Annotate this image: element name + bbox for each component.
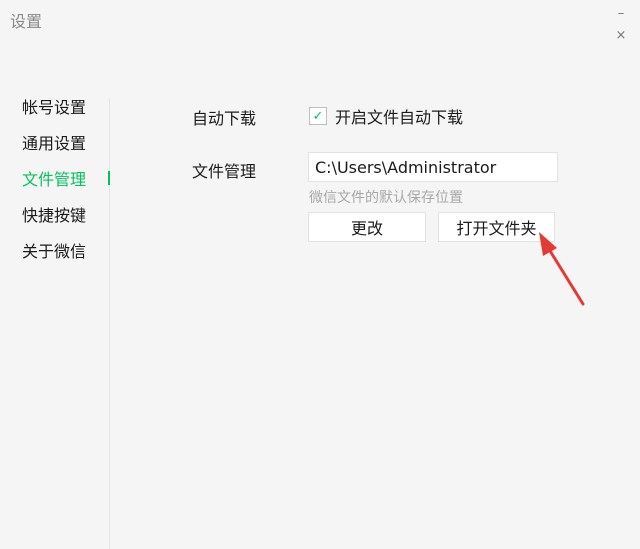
close-button[interactable]: × bbox=[610, 26, 632, 44]
sidebar-item-shortcuts[interactable]: 快捷按键 bbox=[0, 198, 110, 234]
check-icon: ✓ bbox=[312, 108, 324, 124]
window-title: 设置 bbox=[10, 12, 43, 31]
auto-download-checkbox-label: 开启文件自动下载 bbox=[335, 108, 464, 127]
file-management-label: 文件管理 bbox=[192, 162, 257, 181]
change-path-button[interactable]: 更改 bbox=[308, 212, 426, 242]
minimize-button[interactable]: – bbox=[610, 4, 632, 22]
sidebar-item-about[interactable]: 关于微信 bbox=[0, 234, 110, 270]
sidebar: 帐号设置 通用设置 文件管理 快捷按键 关于微信 bbox=[0, 90, 110, 270]
auto-download-checkbox[interactable]: ✓ bbox=[309, 107, 327, 125]
sidebar-item-file-management[interactable]: 文件管理 bbox=[0, 162, 110, 198]
file-path-hint: 微信文件的默认保存位置 bbox=[309, 190, 463, 206]
annotation-arrow-icon bbox=[539, 232, 585, 306]
auto-download-label: 自动下载 bbox=[192, 109, 257, 128]
file-path-input[interactable] bbox=[308, 152, 558, 182]
active-tab-marker bbox=[108, 171, 110, 185]
sidebar-item-general[interactable]: 通用设置 bbox=[0, 126, 110, 162]
sidebar-item-account[interactable]: 帐号设置 bbox=[0, 90, 110, 126]
auto-download-checkbox-row[interactable]: ✓ 开启文件自动下载 bbox=[309, 104, 463, 128]
sidebar-divider bbox=[109, 98, 110, 549]
window-controls: – × bbox=[610, 4, 632, 44]
